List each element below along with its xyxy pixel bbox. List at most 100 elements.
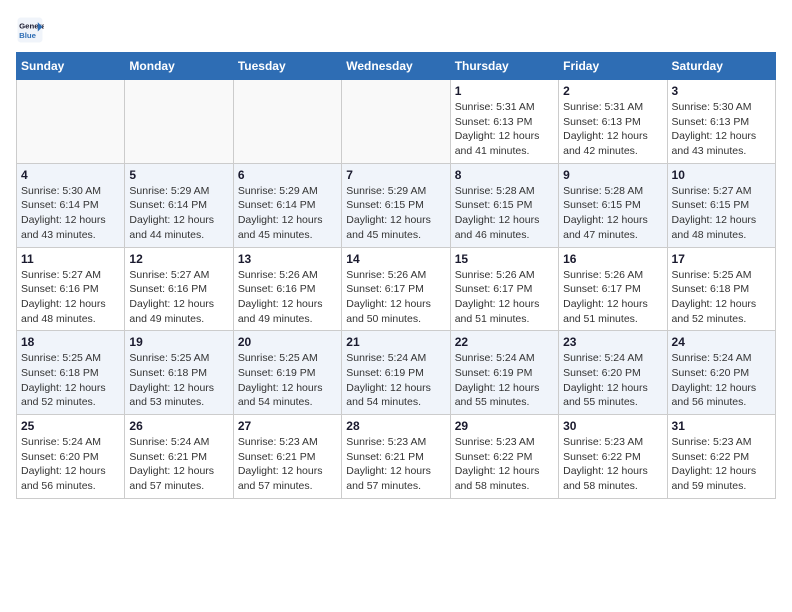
calendar-cell: 1 Sunrise: 5:31 AM Sunset: 6:13 PM Daylig… xyxy=(450,80,558,164)
day-number: 28 xyxy=(346,419,445,433)
day-number: 4 xyxy=(21,168,120,182)
day-number: 11 xyxy=(21,252,120,266)
day-number: 30 xyxy=(563,419,662,433)
day-detail: Sunrise: 5:25 AM Sunset: 6:18 PM Dayligh… xyxy=(129,351,228,410)
day-detail: Sunrise: 5:23 AM Sunset: 6:21 PM Dayligh… xyxy=(238,435,337,494)
day-number: 7 xyxy=(346,168,445,182)
calendar-cell: 6 Sunrise: 5:29 AM Sunset: 6:14 PM Daylig… xyxy=(233,163,341,247)
calendar-cell: 23Sunrise: 5:24 AM Sunset: 6:20 PM Dayli… xyxy=(559,331,667,415)
calendar-cell xyxy=(233,80,341,164)
calendar-cell: 22 Sunrise: 5:24 AM Sunset: 6:19 PM Dayli… xyxy=(450,331,558,415)
day-detail: Sunrise: 5:26 AM Sunset: 6:17 PM Dayligh… xyxy=(455,268,554,327)
calendar-week-row: 18Sunrise: 5:25 AM Sunset: 6:18 PM Dayli… xyxy=(17,331,776,415)
calendar-cell: 19 Sunrise: 5:25 AM Sunset: 6:18 PM Dayli… xyxy=(125,331,233,415)
day-number: 20 xyxy=(238,335,337,349)
calendar-week-row: 11 Sunrise: 5:27 AM Sunset: 6:16 PM Dayli… xyxy=(17,247,776,331)
calendar-cell: 10 Sunrise: 5:27 AM Sunset: 6:15 PM Dayli… xyxy=(667,163,775,247)
day-detail: Sunrise: 5:27 AM Sunset: 6:16 PM Dayligh… xyxy=(21,268,120,327)
calendar-cell: 3 Sunrise: 5:30 AM Sunset: 6:13 PM Daylig… xyxy=(667,80,775,164)
calendar-cell: 25 Sunrise: 5:24 AM Sunset: 6:20 PM Dayli… xyxy=(17,415,125,499)
calendar-cell: 29 Sunrise: 5:23 AM Sunset: 6:22 PM Dayli… xyxy=(450,415,558,499)
day-number: 21 xyxy=(346,335,445,349)
day-detail: Sunrise: 5:25 AM Sunset: 6:19 PM Dayligh… xyxy=(238,351,337,410)
day-detail: Sunrise: 5:30 AM Sunset: 6:13 PM Dayligh… xyxy=(672,100,771,159)
day-detail: Sunrise: 5:29 AM Sunset: 6:15 PM Dayligh… xyxy=(346,184,445,243)
day-number: 22 xyxy=(455,335,554,349)
day-detail: Sunrise: 5:26 AM Sunset: 6:17 PM Dayligh… xyxy=(563,268,662,327)
calendar-cell: 14 Sunrise: 5:26 AM Sunset: 6:17 PM Dayli… xyxy=(342,247,450,331)
calendar-week-row: 25 Sunrise: 5:24 AM Sunset: 6:20 PM Dayli… xyxy=(17,415,776,499)
calendar-cell: 2Sunrise: 5:31 AM Sunset: 6:13 PM Daylig… xyxy=(559,80,667,164)
calendar-cell: 27 Sunrise: 5:23 AM Sunset: 6:21 PM Dayli… xyxy=(233,415,341,499)
day-detail: Sunrise: 5:24 AM Sunset: 6:19 PM Dayligh… xyxy=(346,351,445,410)
day-number: 15 xyxy=(455,252,554,266)
calendar-cell: 16 Sunrise: 5:26 AM Sunset: 6:17 PM Dayli… xyxy=(559,247,667,331)
calendar-cell: 13 Sunrise: 5:26 AM Sunset: 6:16 PM Dayli… xyxy=(233,247,341,331)
calendar-cell: 26Sunrise: 5:24 AM Sunset: 6:21 PM Dayli… xyxy=(125,415,233,499)
calendar-cell: 24 Sunrise: 5:24 AM Sunset: 6:20 PM Dayli… xyxy=(667,331,775,415)
day-number: 13 xyxy=(238,252,337,266)
calendar-cell: 9Sunrise: 5:28 AM Sunset: 6:15 PM Daylig… xyxy=(559,163,667,247)
day-detail: Sunrise: 5:24 AM Sunset: 6:19 PM Dayligh… xyxy=(455,351,554,410)
day-number: 12 xyxy=(129,252,228,266)
day-number: 25 xyxy=(21,419,120,433)
calendar-week-row: 1 Sunrise: 5:31 AM Sunset: 6:13 PM Daylig… xyxy=(17,80,776,164)
day-detail: Sunrise: 5:23 AM Sunset: 6:21 PM Dayligh… xyxy=(346,435,445,494)
day-detail: Sunrise: 5:23 AM Sunset: 6:22 PM Dayligh… xyxy=(563,435,662,494)
calendar-cell: 17 Sunrise: 5:25 AM Sunset: 6:18 PM Dayli… xyxy=(667,247,775,331)
col-header-friday: Friday xyxy=(559,53,667,80)
calendar-cell: 15 Sunrise: 5:26 AM Sunset: 6:17 PM Dayli… xyxy=(450,247,558,331)
day-detail: Sunrise: 5:31 AM Sunset: 6:13 PM Dayligh… xyxy=(455,100,554,159)
day-detail: Sunrise: 5:25 AM Sunset: 6:18 PM Dayligh… xyxy=(21,351,120,410)
col-header-tuesday: Tuesday xyxy=(233,53,341,80)
svg-text:Blue: Blue xyxy=(19,31,37,40)
calendar-cell xyxy=(125,80,233,164)
calendar-cell: 30 Sunrise: 5:23 AM Sunset: 6:22 PM Dayli… xyxy=(559,415,667,499)
calendar-cell xyxy=(342,80,450,164)
col-header-wednesday: Wednesday xyxy=(342,53,450,80)
day-detail: Sunrise: 5:26 AM Sunset: 6:16 PM Dayligh… xyxy=(238,268,337,327)
calendar-week-row: 4Sunrise: 5:30 AM Sunset: 6:14 PM Daylig… xyxy=(17,163,776,247)
day-detail: Sunrise: 5:28 AM Sunset: 6:15 PM Dayligh… xyxy=(455,184,554,243)
calendar-cell: 21 Sunrise: 5:24 AM Sunset: 6:19 PM Dayli… xyxy=(342,331,450,415)
page-header: General Blue xyxy=(16,16,776,44)
day-number: 19 xyxy=(129,335,228,349)
logo-icon: General Blue xyxy=(16,16,44,44)
day-detail: Sunrise: 5:23 AM Sunset: 6:22 PM Dayligh… xyxy=(672,435,771,494)
day-number: 2 xyxy=(563,84,662,98)
day-number: 31 xyxy=(672,419,771,433)
day-number: 10 xyxy=(672,168,771,182)
logo: General Blue xyxy=(16,16,48,44)
day-detail: Sunrise: 5:24 AM Sunset: 6:20 PM Dayligh… xyxy=(672,351,771,410)
day-number: 27 xyxy=(238,419,337,433)
day-number: 26 xyxy=(129,419,228,433)
day-detail: Sunrise: 5:26 AM Sunset: 6:17 PM Dayligh… xyxy=(346,268,445,327)
day-detail: Sunrise: 5:25 AM Sunset: 6:18 PM Dayligh… xyxy=(672,268,771,327)
day-number: 14 xyxy=(346,252,445,266)
day-detail: Sunrise: 5:24 AM Sunset: 6:20 PM Dayligh… xyxy=(21,435,120,494)
calendar-cell: 4Sunrise: 5:30 AM Sunset: 6:14 PM Daylig… xyxy=(17,163,125,247)
day-number: 5 xyxy=(129,168,228,182)
calendar-cell xyxy=(17,80,125,164)
day-detail: Sunrise: 5:27 AM Sunset: 6:16 PM Dayligh… xyxy=(129,268,228,327)
day-detail: Sunrise: 5:29 AM Sunset: 6:14 PM Dayligh… xyxy=(238,184,337,243)
day-detail: Sunrise: 5:24 AM Sunset: 6:20 PM Dayligh… xyxy=(563,351,662,410)
calendar-cell: 5Sunrise: 5:29 AM Sunset: 6:14 PM Daylig… xyxy=(125,163,233,247)
calendar-cell: 31 Sunrise: 5:23 AM Sunset: 6:22 PM Dayli… xyxy=(667,415,775,499)
day-number: 1 xyxy=(455,84,554,98)
col-header-sunday: Sunday xyxy=(17,53,125,80)
day-detail: Sunrise: 5:28 AM Sunset: 6:15 PM Dayligh… xyxy=(563,184,662,243)
day-number: 24 xyxy=(672,335,771,349)
day-number: 29 xyxy=(455,419,554,433)
day-detail: Sunrise: 5:27 AM Sunset: 6:15 PM Dayligh… xyxy=(672,184,771,243)
day-number: 3 xyxy=(672,84,771,98)
day-number: 6 xyxy=(238,168,337,182)
calendar-cell: 18Sunrise: 5:25 AM Sunset: 6:18 PM Dayli… xyxy=(17,331,125,415)
day-number: 8 xyxy=(455,168,554,182)
calendar-cell: 12 Sunrise: 5:27 AM Sunset: 6:16 PM Dayli… xyxy=(125,247,233,331)
calendar-table: SundayMondayTuesdayWednesdayThursdayFrid… xyxy=(16,52,776,499)
day-detail: Sunrise: 5:23 AM Sunset: 6:22 PM Dayligh… xyxy=(455,435,554,494)
day-number: 16 xyxy=(563,252,662,266)
col-header-thursday: Thursday xyxy=(450,53,558,80)
day-number: 17 xyxy=(672,252,771,266)
